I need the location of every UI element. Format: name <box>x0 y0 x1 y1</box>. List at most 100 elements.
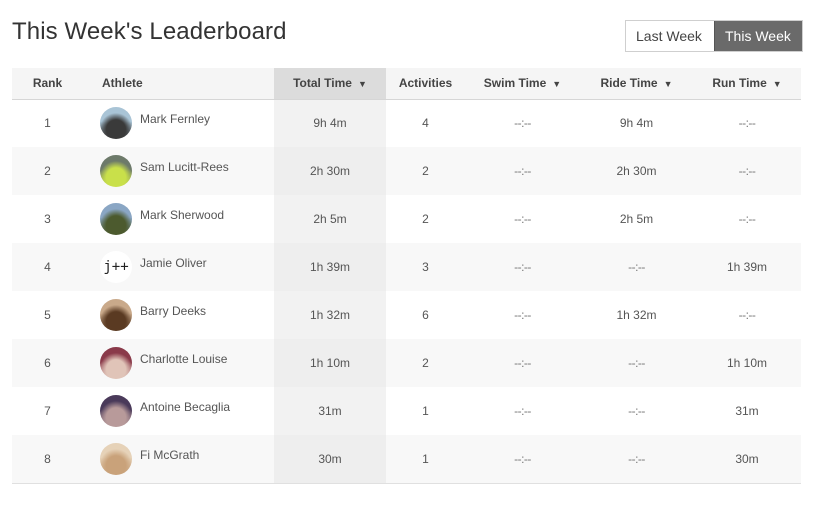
activities-cell: 2 <box>422 356 429 370</box>
athlete-cell: Fi McGrath <box>83 435 274 483</box>
ride-time-cell: 9h 4m <box>619 116 654 131</box>
athlete-info: Barry Deeks <box>100 299 274 331</box>
column-label: Activities <box>398 76 453 91</box>
ride-time-cell: --:-- <box>628 356 645 370</box>
avatar[interactable] <box>100 299 132 331</box>
rank-cell: 8 <box>44 451 51 466</box>
rank-cell: 6 <box>44 356 51 370</box>
sort-down-icon: ▼ <box>357 79 367 90</box>
rank-cell: 2 <box>44 164 51 178</box>
athlete-cell: Sam Lucitt-Rees <box>83 147 274 195</box>
rank-cell: 3 <box>44 212 51 226</box>
column-header-activities: Activities <box>386 68 465 99</box>
athlete-name-link[interactable]: Jamie Oliver <box>140 256 207 270</box>
rank-cell: 7 <box>44 404 51 418</box>
athlete-info: Sam Lucitt-Rees <box>100 155 274 187</box>
table-row: 4 j++ Jamie Oliver 1h 39m 3 --:-- --:-- … <box>12 243 801 291</box>
total-time-cell: 9h 4m <box>274 99 386 147</box>
athlete-info: Fi McGrath <box>100 442 274 475</box>
table-row: 2 Sam Lucitt-Rees 2h 30m 2 --:-- 2h 30m … <box>12 147 801 195</box>
last-week-button[interactable]: Last Week <box>626 21 714 51</box>
total-time-cell: 30m <box>274 435 386 483</box>
column-header-total-time[interactable]: Total Time ▼ <box>274 68 386 99</box>
sort-down-icon: ▼ <box>552 79 562 90</box>
athlete-info: Mark Sherwood <box>100 203 274 235</box>
column-header-athlete: Athlete <box>83 68 274 99</box>
column-label: Ride Time <box>600 76 658 91</box>
swim-time-cell: --:-- <box>514 404 531 418</box>
this-week-button[interactable]: This Week <box>714 21 802 51</box>
athlete-info: Charlotte Louise <box>100 347 274 379</box>
activities-cell: 1 <box>422 451 429 466</box>
run-time-cell: 30m <box>735 451 759 466</box>
column-label: Swim Time <box>483 76 547 91</box>
activities-cell: 4 <box>422 116 429 131</box>
swim-time-cell: --:-- <box>514 164 531 178</box>
avatar[interactable] <box>100 107 132 140</box>
table-row: 8 Fi McGrath 30m 1 --:-- --:-- 30m <box>12 435 801 483</box>
run-time-cell: 1h 39m <box>726 260 768 274</box>
page-title: This Week's Leaderboard <box>12 18 287 45</box>
swim-time-cell: --:-- <box>514 116 531 131</box>
avatar[interactable] <box>100 155 132 187</box>
total-time-cell: 1h 10m <box>274 339 386 387</box>
swim-time-cell: --:-- <box>514 308 531 322</box>
athlete-cell: Barry Deeks <box>83 291 274 339</box>
athlete-cell: Antoine Becaglia <box>83 387 274 435</box>
avatar[interactable] <box>100 203 132 235</box>
column-label: Total Time <box>293 76 352 91</box>
sort-down-icon: ▼ <box>663 79 673 90</box>
total-time-cell: 1h 32m <box>274 291 386 339</box>
swim-time-cell: --:-- <box>514 451 531 466</box>
athlete-cell: Mark Fernley <box>83 99 274 147</box>
run-time-cell: 1h 10m <box>726 356 768 370</box>
column-header-swim-time[interactable]: Swim Time ▼ <box>465 68 580 99</box>
ride-time-cell: 2h 30m <box>616 164 657 178</box>
avatar[interactable] <box>100 347 132 379</box>
athlete-name-link[interactable]: Mark Sherwood <box>140 208 224 222</box>
column-label: Rank <box>32 76 63 91</box>
leaderboard-table: Rank Athlete Total Time ▼ Activities Swim… <box>12 68 801 484</box>
swim-time-cell: --:-- <box>514 260 531 274</box>
activities-cell: 6 <box>422 308 429 322</box>
athlete-cell: Charlotte Louise <box>83 339 274 387</box>
avatar[interactable]: j++ <box>100 251 132 283</box>
run-time-cell: 31m <box>735 404 759 418</box>
athlete-name-link[interactable]: Antoine Becaglia <box>140 400 230 414</box>
athlete-name-link[interactable]: Charlotte Louise <box>140 352 227 366</box>
athlete-info: j++ Jamie Oliver <box>100 251 274 283</box>
column-header-rank: Rank <box>12 68 83 99</box>
athlete-name-link[interactable]: Fi McGrath <box>140 448 199 462</box>
activities-cell: 2 <box>422 212 429 226</box>
table-header-row: Rank Athlete Total Time ▼ Activities Swim… <box>12 68 801 99</box>
rank-cell: 5 <box>44 308 51 322</box>
ride-time-cell: --:-- <box>628 260 645 274</box>
rank-cell: 4 <box>44 260 51 274</box>
athlete-cell: j++ Jamie Oliver <box>83 243 274 291</box>
column-header-run-time[interactable]: Run Time ▼ <box>693 68 801 99</box>
avatar[interactable] <box>100 442 132 475</box>
run-time-cell: --:-- <box>738 164 756 178</box>
run-time-cell: --:-- <box>738 308 756 322</box>
table-row: 5 Barry Deeks 1h 32m 6 --:-- 1h 32m --:-… <box>12 291 801 339</box>
athlete-name-link[interactable]: Mark Fernley <box>140 112 210 126</box>
table-row: 3 Mark Sherwood 2h 5m 2 --:-- 2h 5m --:-… <box>12 195 801 243</box>
ride-time-cell: --:-- <box>628 451 645 466</box>
total-time-cell: 2h 5m <box>274 195 386 243</box>
run-time-cell: --:-- <box>738 212 756 226</box>
run-time-cell: --:-- <box>738 116 756 131</box>
athlete-name-link[interactable]: Sam Lucitt-Rees <box>140 160 229 174</box>
total-time-cell: 1h 39m <box>274 243 386 291</box>
activities-cell: 3 <box>422 260 429 274</box>
sort-down-icon: ▼ <box>772 79 782 90</box>
swim-time-cell: --:-- <box>514 212 531 226</box>
athlete-info: Mark Fernley <box>100 107 274 140</box>
avatar[interactable] <box>100 395 132 427</box>
column-label: Run Time <box>712 76 767 91</box>
activities-cell: 2 <box>422 164 429 178</box>
table-row: 7 Antoine Becaglia 31m 1 --:-- --:-- 31m <box>12 387 801 435</box>
ride-time-cell: 2h 5m <box>619 212 654 226</box>
rank-cell: 1 <box>44 116 51 131</box>
athlete-name-link[interactable]: Barry Deeks <box>140 304 206 318</box>
column-header-ride-time[interactable]: Ride Time ▼ <box>580 68 693 99</box>
